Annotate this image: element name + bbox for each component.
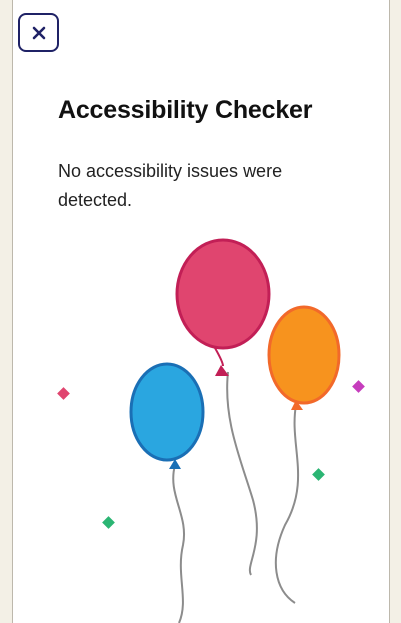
confetti-purple [352, 380, 365, 393]
pink-balloon [175, 238, 271, 350]
confetti-green [312, 468, 325, 481]
celebration-balloons-icon [57, 238, 365, 623]
blue-balloon [129, 362, 205, 462]
confetti-green [102, 516, 115, 529]
accessibility-checker-panel: Accessibility Checker No accessibility i… [12, 0, 390, 623]
orange-balloon [267, 305, 341, 405]
confetti-pink [57, 387, 70, 400]
